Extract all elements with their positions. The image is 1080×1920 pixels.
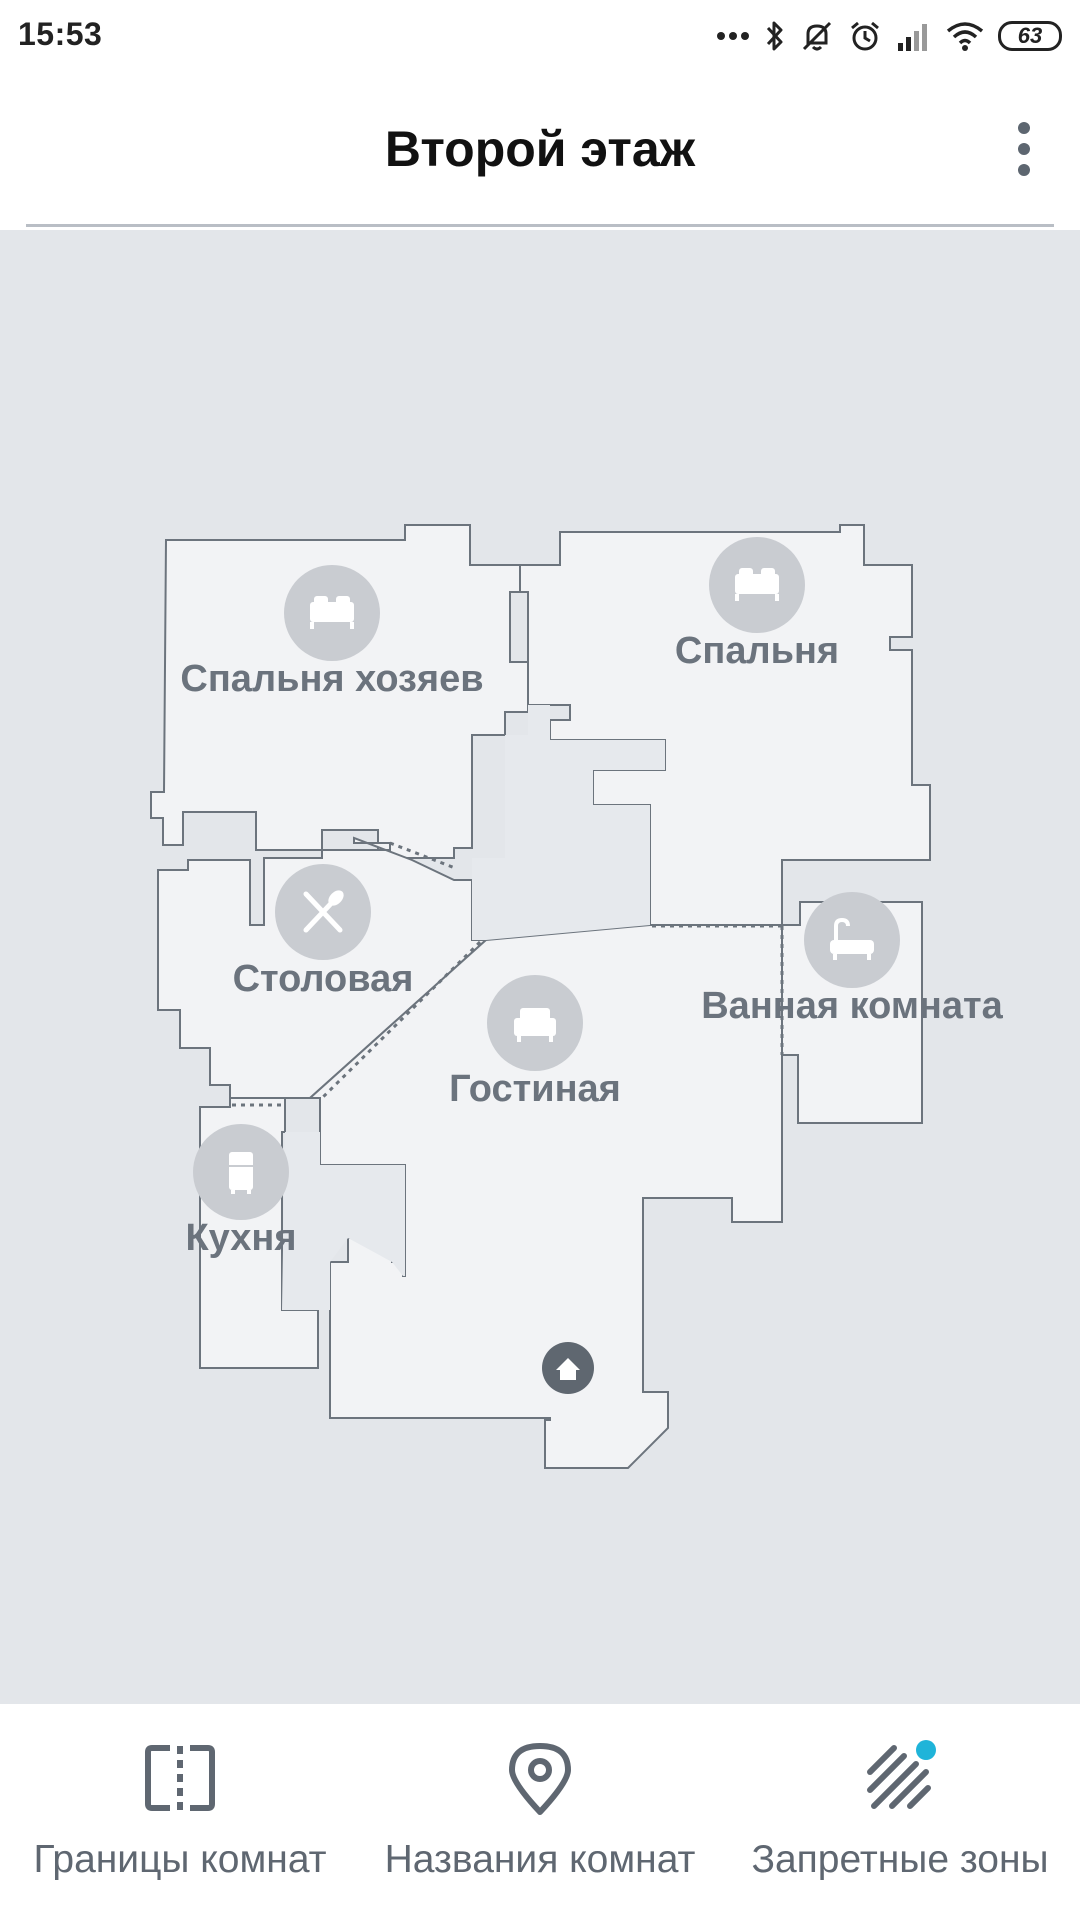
header-divider (26, 224, 1054, 227)
corridor-area (472, 705, 665, 940)
room-label-bathroom[interactable]: Ванная комната (701, 985, 1003, 1028)
more-vertical-icon[interactable] (1004, 114, 1044, 184)
floor-map[interactable]: Спальня хозяев Спальня Столовая Ванная к… (0, 230, 1080, 1704)
wifi-icon (946, 21, 984, 51)
dots-icon (716, 30, 750, 42)
header: Второй этаж (0, 72, 1080, 228)
alarm-icon (848, 19, 882, 53)
no-go-zones-button[interactable]: Запретные зоны (720, 1704, 1080, 1920)
room-names-button[interactable]: Названия комнат (360, 1704, 720, 1920)
page-title: Второй этаж (384, 121, 696, 177)
battery-icon: 63 (998, 21, 1062, 51)
no-go-zones-label: Запретные зоны (751, 1838, 1049, 1881)
bluetooth-icon (764, 19, 786, 53)
no-go-zone-icon (867, 1740, 936, 1809)
status-icons: 63 (716, 14, 1062, 58)
room-label-dining[interactable]: Столовая (233, 958, 414, 1001)
room-label-bedroom[interactable]: Спальня (675, 630, 839, 673)
bottom-toolbar: Границы комнат Названия комнат Запретные… (0, 1704, 1080, 1920)
room-borders-button[interactable]: Границы комнат (0, 1704, 360, 1920)
room-label-master-bedroom[interactable]: Спальня хозяев (180, 658, 483, 701)
status-time: 15:53 (18, 16, 103, 52)
signal-icon (896, 21, 932, 51)
room-borders-label: Границы комнат (33, 1838, 327, 1881)
status-bar: 15:53 63 (0, 0, 1080, 72)
room-names-label: Названия комнат (384, 1838, 696, 1881)
room-label-living[interactable]: Гостиная (449, 1068, 621, 1111)
floor-map-canvas (150, 524, 931, 1469)
room-label-kitchen[interactable]: Кухня (185, 1217, 296, 1260)
mute-icon (800, 19, 834, 53)
location-pin-icon (509, 1743, 571, 1815)
room-divider-icon (145, 1745, 215, 1811)
